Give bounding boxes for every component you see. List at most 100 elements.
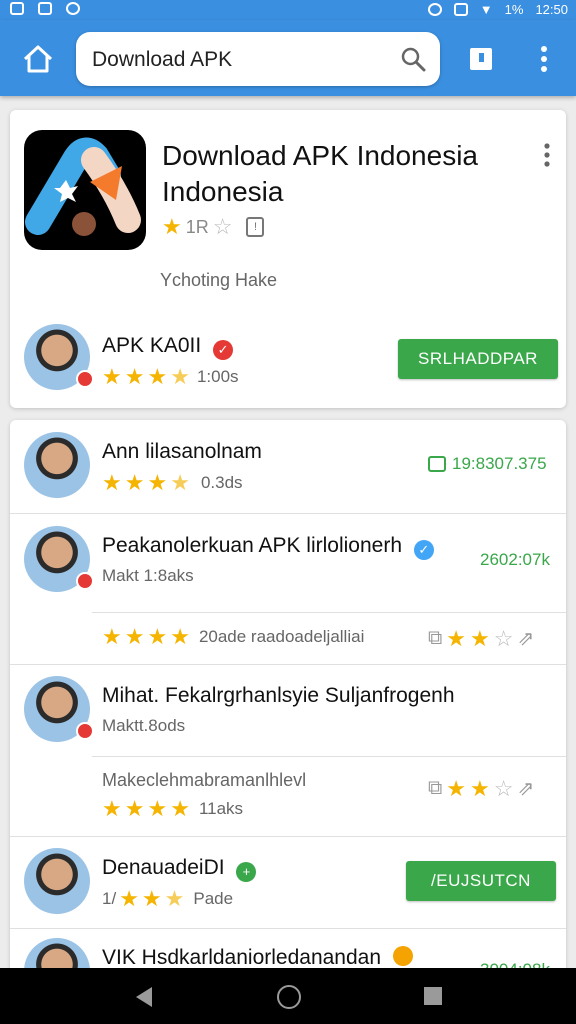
list-item-meta: 2602:07k — [480, 550, 550, 569]
list-item-rating: ★ ★ ★ ★ 0.3ds — [102, 472, 243, 494]
list-item-rating: 1/ ★ ★ ★ Pade — [102, 888, 233, 910]
list-item-name[interactable]: Peakanolerkuan APK lirlolionerh ✓ — [102, 534, 434, 560]
list-item-sub-prefix: 1/ — [102, 889, 117, 908]
vibrate-icon — [453, 3, 468, 16]
list-item-name-text: VIK Hsdkarldaniorledanandan — [102, 946, 382, 969]
list-item-name-text: DenauadeiDI — [102, 856, 225, 879]
list-item-actions: ⧉ ★ ★ ☆ ⇗ — [428, 626, 534, 651]
list-item-rating: ★ ★ ★ ★ 20ade raadoadeljalliai — [102, 626, 364, 648]
recent-apps-icon[interactable] — [424, 987, 442, 1005]
divider — [92, 612, 566, 613]
app-logo — [24, 130, 146, 250]
list-item-action-button[interactable]: /EUJSUTCN — [406, 861, 556, 901]
list-item-rating-text: 20ade raadoadeljalliai — [198, 627, 365, 646]
download-icon — [428, 456, 446, 472]
add-icon: + — [236, 862, 257, 882]
list-item-sub: 0.3ds — [200, 473, 243, 492]
divider — [92, 756, 566, 757]
list-item-sub: Makt 1:8aks — [102, 566, 194, 585]
search-query: Download APK — [92, 48, 233, 71]
bookmark-outline-icon[interactable]: ⧉ — [428, 777, 442, 800]
share-icon[interactable]: ⇗ — [517, 626, 534, 651]
emoji-icon — [392, 946, 413, 966]
developer-name: Ychoting Hake — [160, 270, 278, 290]
app-title-line-1: Download APK Indonesia — [162, 140, 478, 171]
app-rating-text: 1R — [185, 216, 209, 237]
search-input[interactable]: Download APK — [76, 32, 440, 86]
back-icon[interactable] — [136, 987, 152, 1007]
star-icon: ★ — [446, 775, 467, 801]
notification-icon — [10, 2, 24, 15]
star-empty-icon: ☆ — [212, 214, 233, 239]
badge-icon — [76, 722, 94, 740]
star-empty-icon: ☆ — [493, 775, 514, 801]
star-icon: ★ — [102, 470, 122, 495]
star-icon: ★ — [170, 624, 190, 649]
list-item-name[interactable]: Mihat. Fekalrgrhanlsyie Suljanfrogenh — [102, 684, 455, 708]
app-bar: Download APK — [0, 20, 576, 96]
avatar[interactable] — [24, 848, 90, 914]
list-item-rating: ★ ★ ★ ★ 11aks — [102, 798, 243, 820]
star-icon: ★ — [470, 625, 490, 651]
home-circle-icon[interactable] — [277, 985, 301, 1009]
navigation-bar — [0, 968, 576, 1024]
star-icon: ★ — [446, 625, 467, 651]
home-icon[interactable] — [22, 44, 54, 74]
search-icon[interactable] — [400, 46, 426, 72]
battery-level: 1% — [504, 2, 524, 17]
avatar[interactable] — [24, 526, 94, 592]
avatar[interactable] — [24, 676, 94, 742]
list-item-sub: Maktt.8ods — [102, 716, 186, 735]
star-icon: ★ — [162, 214, 182, 239]
list-item-name[interactable]: VIK Hsdkarldaniorledanandan — [102, 946, 413, 970]
info-icon: ! — [246, 217, 265, 237]
list-item-name-text: Peakanolerkuan APK lirlolionerh — [102, 534, 403, 557]
card-more-icon[interactable] — [542, 142, 552, 168]
star-icon: ★ — [124, 624, 145, 649]
badge-icon — [76, 572, 94, 590]
star-icon: ★ — [141, 886, 162, 911]
status-bar: ▼ 1% 12:50 — [0, 0, 576, 20]
star-icon: ★ — [119, 886, 139, 911]
app-title: Download APK Indonesia Indonesia — [162, 138, 522, 210]
avatar[interactable] — [24, 324, 94, 390]
eye-icon — [66, 2, 80, 15]
star-half-icon: ★ — [170, 470, 190, 495]
star-icon: ★ — [102, 364, 122, 389]
star-icon: ★ — [124, 364, 145, 389]
badge-icon — [76, 370, 94, 388]
list-item-name[interactable]: Ann lilasanolnam — [102, 440, 262, 464]
divider — [10, 836, 566, 837]
clock: 12:50 — [535, 2, 568, 17]
bookmark-icon[interactable] — [470, 48, 492, 70]
star-icon: ★ — [102, 624, 122, 649]
list-item-meta-text: 19:8307.375 — [452, 454, 547, 473]
featured-action-button[interactable]: SRLHADDPAR — [398, 339, 558, 379]
alarm-icon — [427, 3, 442, 16]
star-icon: ★ — [147, 364, 168, 389]
list-item-actions: ⧉ ★ ★ ☆ ⇗ — [428, 776, 534, 801]
list-item-name[interactable]: DenauadeiDI + — [102, 856, 257, 882]
divider — [10, 664, 566, 665]
divider — [10, 928, 566, 929]
featured-name-text: APK KA0II — [102, 334, 202, 357]
app-detail-card: Download APK Indonesia Indonesia ★ 1R ☆ … — [10, 110, 566, 408]
featured-name[interactable]: APK KA0II ✓ — [102, 334, 234, 360]
app-title-line-2: Indonesia — [162, 176, 284, 207]
list-item-meta: 19:8307.375 — [428, 454, 547, 474]
bookmark-outline-icon[interactable]: ⧉ — [428, 627, 442, 650]
star-icon: ★ — [124, 796, 145, 821]
share-icon[interactable]: ⇗ — [517, 776, 534, 801]
list-item-rating-text: 11aks — [198, 799, 244, 818]
results-list: Ann lilasanolnam ★ ★ ★ ★ 0.3ds 19:8307.3… — [10, 420, 566, 980]
star-icon: ★ — [147, 796, 168, 821]
star-half-icon: ★ — [170, 364, 190, 389]
avatar[interactable] — [24, 432, 90, 498]
star-icon: ★ — [124, 470, 145, 495]
featured-rating-text: 1:00s — [196, 367, 239, 386]
verified-icon: ✓ — [413, 540, 434, 560]
more-options-icon[interactable] — [538, 44, 550, 74]
star-half-icon: ★ — [164, 886, 185, 911]
app-rating: ★ 1R ☆ ! — [162, 214, 265, 239]
star-icon: ★ — [470, 775, 490, 801]
